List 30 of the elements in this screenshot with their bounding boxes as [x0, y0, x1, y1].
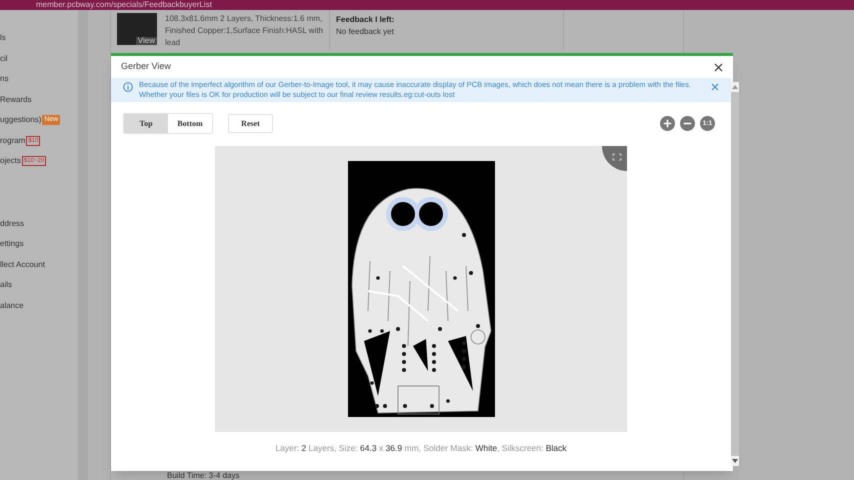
board-info-caption: Layer: 2 Layers, Size: 64.3 x 36.9 mm, Solder Mask: White, Silkscreen: Black — [274, 442, 568, 455]
sidebar-item[interactable]: ojects — [0, 155, 21, 168]
dialog-title: Gerber View — [121, 60, 171, 74]
fullscreen-icon[interactable] — [602, 146, 627, 171]
view-label[interactable]: View — [136, 37, 157, 45]
sidebar-item[interactable]: Rewards — [0, 94, 32, 106]
sidebar-item[interactable]: ls — [0, 32, 6, 44]
feedback-value: No feedback yet — [336, 26, 395, 38]
scroll-down-icon[interactable] — [732, 459, 738, 463]
sidebar-item[interactable]: ails — [0, 279, 12, 292]
zoom-in-icon[interactable] — [660, 116, 675, 131]
feedback-heading: Feedback I left: — [336, 14, 396, 26]
view-tab[interactable]: Top — [124, 114, 168, 133]
sidebar-item[interactable]: ddress — [0, 218, 24, 230]
sidebar-item[interactable]: ns — [0, 73, 8, 86]
url-text[interactable]: member.pcbway.com/specials/FeedbackbuyerList — [36, 0, 212, 10]
sidebar-item[interactable]: cil — [0, 52, 8, 65]
close-icon[interactable] — [714, 62, 723, 72]
zoom-out-icon[interactable] — [680, 116, 695, 131]
scroll-up-icon[interactable] — [732, 85, 738, 89]
info-icon — [123, 82, 133, 92]
board-description: 108.3x81.6mm 2 Layers, Thickness:1.6 mm, Finished Copper:1,Surface Finish:HASL with lead — [165, 13, 323, 49]
sidebar-item[interactable]: llect Account — [0, 258, 45, 271]
sidebar-item[interactable]: ettings — [0, 238, 24, 250]
reset-button[interactable]: Reset — [228, 114, 273, 133]
sidebar-item[interactable]: alance — [0, 300, 24, 312]
build-time: Build Time: 3-4 days — [166, 471, 240, 480]
sidebar-item[interactable]: uggestions) — [0, 114, 42, 126]
board-thumbnail[interactable]: View — [117, 13, 157, 45]
sidebar-item[interactable]: rogram — [0, 134, 26, 147]
